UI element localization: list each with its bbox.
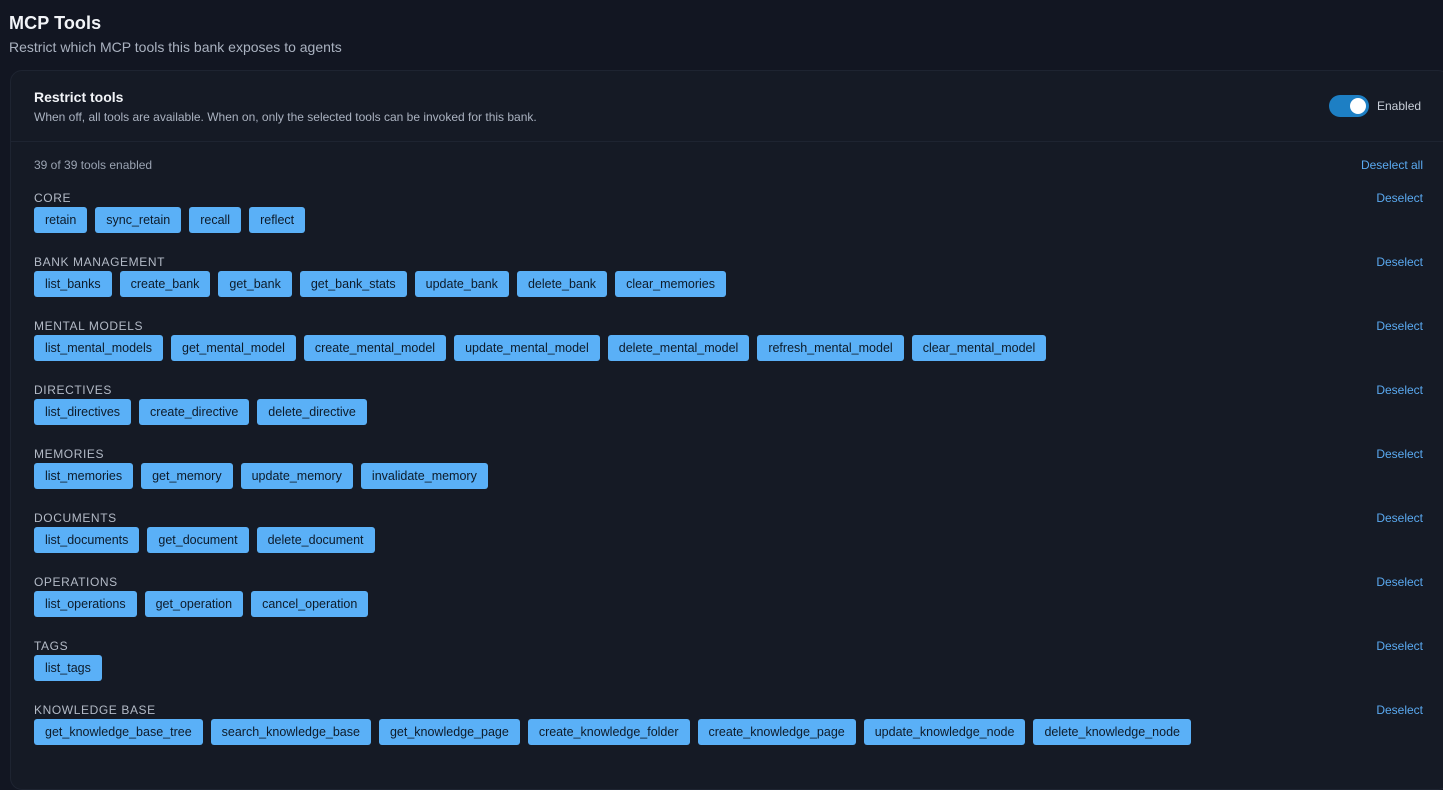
tool-section-mental-models: MENTAL MODELS Deselect list_mental_models g… [34,318,1423,378]
tool-chip[interactable]: create_knowledge_page [697,719,856,745]
tool-chip-list: list_documents get_document delete_documen… [34,527,375,553]
tool-chip[interactable]: update_knowledge_node [863,719,1026,745]
tool-section-operations: OPERATIONS Deselect list_operations get_ope… [34,574,1423,634]
tool-chip[interactable]: get_mental_model [171,335,296,361]
restrict-tools-description: When off, all tools are available. When … [34,110,537,124]
restrict-tools-title: Restrict tools [34,89,124,105]
tool-chip[interactable]: clear_mental_model [911,335,1047,361]
tool-section-bank-management: BANK MANAGEMENT Deselect list_banks create_… [34,254,1423,314]
tool-chip[interactable]: recall [189,207,242,233]
section-deselect-button[interactable]: Deselect [1376,702,1423,718]
tool-chip-list: retain sync_retain recall reflect [34,207,306,233]
tool-section-directives: DIRECTIVES Deselect list_directives create_… [34,382,1423,442]
tool-chip-list: get_knowledge_base_tree search_knowledge_… [34,719,1191,745]
section-title: DOCUMENTS [34,511,117,525]
section-deselect-button[interactable]: Deselect [1376,510,1423,526]
section-title: MENTAL MODELS [34,319,144,333]
tool-chip[interactable]: create_directive [139,399,250,425]
page-header: MCP Tools Restrict which MCP tools this … [9,12,342,56]
tool-chip[interactable]: list_operations [34,591,137,617]
tool-chip[interactable]: delete_knowledge_node [1033,719,1191,745]
tools-enabled-count: 39 of 39 tools enabled [34,158,153,172]
tool-chip[interactable]: reflect [249,207,306,233]
tool-chip[interactable]: retain [34,207,88,233]
tool-chip[interactable]: get_knowledge_base_tree [34,719,203,745]
tool-chip-list: list_directives create_directive delete_di… [34,399,367,425]
section-deselect-button[interactable]: Deselect [1376,446,1423,462]
tool-chip[interactable]: list_tags [34,655,102,681]
deselect-all-button[interactable]: Deselect all [1361,158,1423,172]
page-title: MCP Tools [9,13,102,33]
tool-chip[interactable]: list_banks [34,271,112,297]
section-title: KNOWLEDGE BASE [34,703,156,717]
tool-section-knowledge-base: KNOWLEDGE BASE Deselect get_knowledge_base… [34,702,1423,762]
section-title: MEMORIES [34,447,105,461]
page-subtitle: Restrict which MCP tools this bank expos… [9,39,342,55]
tool-chip-list: list_operations get_operation cancel_opera… [34,591,369,617]
tool-chip[interactable]: refresh_mental_model [757,335,904,361]
tool-section-core: CORE Deselect retain sync_retain recall refle… [34,190,1423,250]
tool-chip[interactable]: list_directives [34,399,132,425]
tool-section-tags: TAGS Deselect list_tags [34,638,1423,698]
tool-chip[interactable]: list_mental_models [34,335,163,361]
restrict-toggle-group[interactable]: Enabled [1329,95,1421,117]
tool-chip[interactable]: delete_bank [516,271,608,297]
tool-chip[interactable]: get_knowledge_page [378,719,520,745]
tool-chip[interactable]: get_bank [218,271,292,297]
section-title: TAGS [34,639,69,653]
tools-card: Restrict tools When off, all tools are a… [10,70,1443,790]
tool-section-memories: MEMORIES Deselect list_memories get_memory u… [34,446,1423,506]
tool-chip-list: list_tags [34,655,102,681]
tool-section-documents: DOCUMENTS Deselect list_documents get_docum… [34,510,1423,570]
tool-chip[interactable]: list_documents [34,527,140,553]
section-deselect-button[interactable]: Deselect [1376,638,1423,654]
tool-chip-list: list_banks create_bank get_bank get_bank_st… [34,271,726,297]
tool-chip[interactable]: list_memories [34,463,134,489]
toggle-label: Enabled [1377,99,1422,113]
section-deselect-button[interactable]: Deselect [1376,254,1423,270]
tool-chip-list: list_mental_models get_mental_model create… [34,335,1047,361]
restrict-tools-header: Restrict tools When off, all tools are a… [11,71,1443,142]
tool-chip-list: list_memories get_memory update_memory inva… [34,463,488,489]
tool-chip[interactable]: update_memory [240,463,353,489]
tool-chip[interactable]: delete_mental_model [607,335,750,361]
tool-chip[interactable]: get_document [147,527,249,553]
tool-chip[interactable]: create_mental_model [303,335,447,361]
toggle-knob [1350,98,1366,114]
tool-chip[interactable]: delete_directive [257,399,367,425]
tool-chip[interactable]: invalidate_memory [360,463,488,489]
tool-chip[interactable]: update_bank [414,271,509,297]
section-title: DIRECTIVES [34,383,113,397]
section-title: CORE [34,191,72,205]
tool-chip[interactable]: cancel_operation [251,591,369,617]
tool-chip[interactable]: update_mental_model [454,335,600,361]
tool-chip[interactable]: get_operation [144,591,244,617]
section-deselect-button[interactable]: Deselect [1376,318,1423,334]
tool-chip[interactable]: delete_document [256,527,375,553]
tool-chip[interactable]: get_memory [141,463,233,489]
tool-chip[interactable]: search_knowledge_base [210,719,371,745]
section-deselect-button[interactable]: Deselect [1376,190,1423,206]
section-title: OPERATIONS [34,575,118,589]
tool-chip[interactable]: get_bank_stats [299,271,407,297]
section-title: BANK MANAGEMENT [34,255,166,269]
tool-chip[interactable]: create_bank [119,271,211,297]
tool-chip[interactable]: clear_memories [615,271,726,297]
tool-chip[interactable]: sync_retain [95,207,182,233]
tool-chip[interactable]: create_knowledge_folder [527,719,690,745]
section-deselect-button[interactable]: Deselect [1376,574,1423,590]
restrict-toggle[interactable] [1329,95,1369,117]
section-deselect-button[interactable]: Deselect [1376,382,1423,398]
